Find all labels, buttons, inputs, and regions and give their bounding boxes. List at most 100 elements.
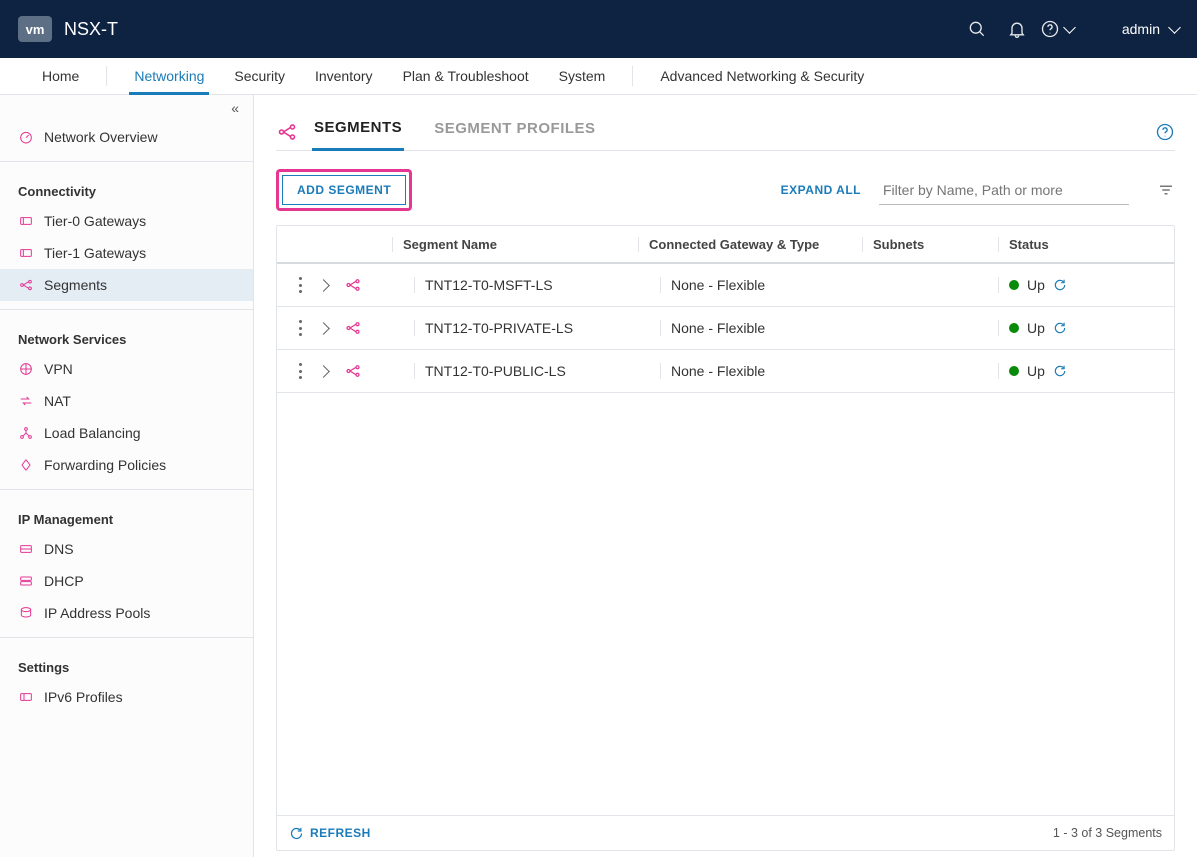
cell-status: Up: [998, 363, 1174, 379]
expand-row-icon[interactable]: [317, 279, 330, 292]
segment-icon: [18, 277, 34, 293]
row-actions-menu[interactable]: [299, 320, 303, 336]
expand-row-icon[interactable]: [317, 365, 330, 378]
nav-networking[interactable]: Networking: [119, 58, 219, 94]
ipv6-icon: [18, 689, 34, 705]
collapse-sidebar-icon[interactable]: «: [231, 100, 239, 116]
user-label: admin: [1122, 21, 1160, 37]
nav-plan[interactable]: Plan & Troubleshoot: [388, 58, 544, 94]
sidebar-item-label: Tier-0 Gateways: [44, 213, 146, 229]
sidebar-item-label: Forwarding Policies: [44, 457, 166, 473]
sidebar-item-vpn[interactable]: VPN: [0, 353, 253, 385]
sidebar-group-connectivity: Connectivity: [0, 170, 253, 205]
tab-segment-profiles[interactable]: SEGMENT PROFILES: [432, 114, 597, 149]
nav-security[interactable]: Security: [219, 58, 300, 94]
notifications-icon[interactable]: [997, 9, 1037, 49]
main-nav: Home Networking Security Inventory Plan …: [0, 58, 1197, 95]
filter-icon[interactable]: [1157, 181, 1175, 199]
search-icon[interactable]: [957, 9, 997, 49]
filter-input[interactable]: [879, 176, 1129, 204]
nav-inventory[interactable]: Inventory: [300, 58, 388, 94]
cell-gateway: None - Flexible: [660, 363, 862, 379]
filter-field[interactable]: [879, 176, 1129, 205]
gateway-icon: [18, 245, 34, 261]
cell-name[interactable]: TNT12-T0-PRIVATE-LS: [414, 320, 660, 336]
refresh-row-icon[interactable]: [1053, 278, 1067, 292]
refresh-row-icon[interactable]: [1053, 364, 1067, 378]
sidebar-item-segments[interactable]: Segments: [0, 269, 253, 301]
nav-advanced[interactable]: Advanced Networking & Security: [645, 58, 879, 94]
refresh-row-icon[interactable]: [1053, 321, 1067, 335]
vpn-icon: [18, 361, 34, 377]
sidebar: « Network Overview Connectivity Tier-0 G…: [0, 95, 254, 857]
sidebar-item-dns[interactable]: DNS: [0, 533, 253, 565]
status-text: Up: [1027, 363, 1045, 379]
product-name: NSX-T: [64, 19, 118, 40]
sidebar-item-nat[interactable]: NAT: [0, 385, 253, 417]
dns-icon: [18, 541, 34, 557]
tab-segments[interactable]: SEGMENTS: [312, 113, 404, 151]
gateway-icon: [18, 213, 34, 229]
help-menu[interactable]: [1037, 9, 1074, 49]
sidebar-group-network-services: Network Services: [0, 318, 253, 353]
cell-status: Up: [998, 277, 1174, 293]
row-actions-menu[interactable]: [299, 277, 303, 293]
cell-status: Up: [998, 320, 1174, 336]
col-header-subnets[interactable]: Subnets: [862, 237, 998, 252]
sidebar-item-overview[interactable]: Network Overview: [0, 121, 253, 153]
nav-system[interactable]: System: [544, 58, 621, 94]
tabs: SEGMENTS SEGMENT PROFILES: [276, 113, 1175, 151]
refresh-button[interactable]: REFRESH: [289, 826, 371, 841]
sidebar-item-pool[interactable]: IP Address Pools: [0, 597, 253, 629]
expand-row-icon[interactable]: [317, 322, 330, 335]
sidebar-group-settings: Settings: [0, 646, 253, 681]
row-actions-menu[interactable]: [299, 363, 303, 379]
sidebar-item-label: DNS: [44, 541, 74, 557]
sidebar-item-label: Segments: [44, 277, 107, 293]
table-row: TNT12-T0-PUBLIC-LSNone - Flexible Up: [277, 350, 1174, 393]
sidebar-item-label: VPN: [44, 361, 73, 377]
lb-icon: [18, 425, 34, 441]
cell-name[interactable]: TNT12-T0-MSFT-LS: [414, 277, 660, 293]
main-content: SEGMENTS SEGMENT PROFILES ADD SEGMENT EX…: [254, 95, 1197, 857]
segments-table: Segment Name Connected Gateway & Type Su…: [276, 225, 1175, 851]
help-icon[interactable]: [1155, 122, 1175, 142]
user-menu[interactable]: admin: [1122, 21, 1179, 37]
sidebar-item-label: NAT: [44, 393, 71, 409]
forward-icon: [18, 457, 34, 473]
dashboard-icon: [18, 129, 34, 145]
sidebar-item-tier1[interactable]: Tier-1 Gateways: [0, 237, 253, 269]
pool-icon: [18, 605, 34, 621]
sidebar-item-label: Load Balancing: [44, 425, 141, 441]
col-header-gateway[interactable]: Connected Gateway & Type: [638, 237, 862, 252]
vmware-logo: vm: [18, 16, 52, 42]
sidebar-item-label: Tier-1 Gateways: [44, 245, 146, 261]
status-text: Up: [1027, 320, 1045, 336]
col-header-name[interactable]: Segment Name: [392, 237, 638, 252]
expand-all-button[interactable]: EXPAND ALL: [781, 183, 861, 197]
sidebar-item-tier0[interactable]: Tier-0 Gateways: [0, 205, 253, 237]
table-row: TNT12-T0-MSFT-LSNone - FlexibleUp: [277, 264, 1174, 307]
table-row: TNT12-T0-PRIVATE-LSNone - Flexible Up: [277, 307, 1174, 350]
row-count: 1 - 3 of 3 Segments: [1053, 826, 1162, 840]
segment-icon: [344, 362, 362, 380]
add-segment-button[interactable]: ADD SEGMENT: [282, 175, 406, 205]
cell-name[interactable]: TNT12-T0-PUBLIC-LS: [414, 363, 660, 379]
status-dot-icon: [1009, 323, 1019, 333]
col-header-status[interactable]: Status: [998, 237, 1174, 252]
sidebar-item-forward[interactable]: Forwarding Policies: [0, 449, 253, 481]
sidebar-item-ipv6[interactable]: IPv6 Profiles: [0, 681, 253, 713]
status-dot-icon: [1009, 280, 1019, 290]
sidebar-item-lb[interactable]: Load Balancing: [0, 417, 253, 449]
chevron-down-icon: [1168, 21, 1181, 34]
status-text: Up: [1027, 277, 1045, 293]
sidebar-item-label: IP Address Pools: [44, 605, 150, 621]
chevron-down-icon: [1063, 21, 1076, 34]
nav-home[interactable]: Home: [27, 58, 94, 94]
cell-gateway: None - Flexible: [660, 320, 862, 336]
sidebar-item-dhcp[interactable]: DHCP: [0, 565, 253, 597]
sidebar-item-label: DHCP: [44, 573, 84, 589]
status-dot-icon: [1009, 366, 1019, 376]
top-bar: vm NSX-T admin: [0, 0, 1197, 58]
sidebar-item-label: IPv6 Profiles: [44, 689, 123, 705]
